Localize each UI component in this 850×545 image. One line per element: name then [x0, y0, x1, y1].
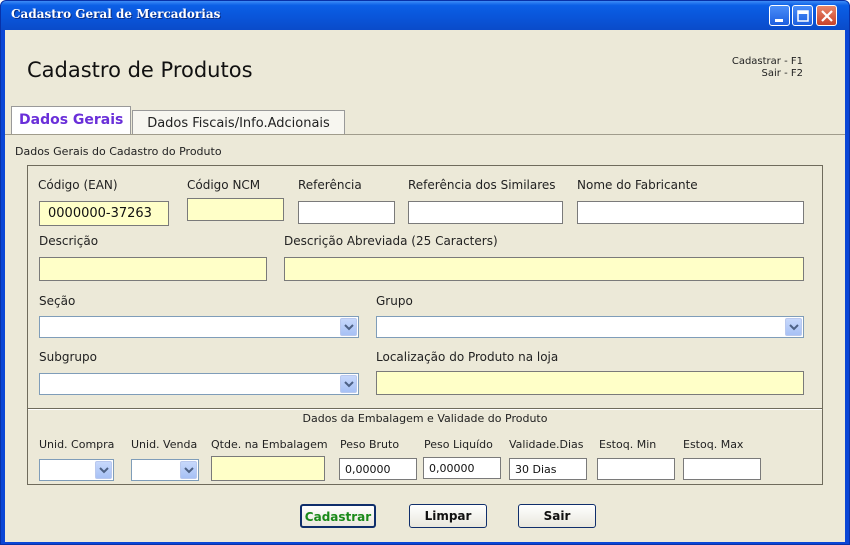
- packaging-caption: Dados da Embalagem e Validade do Produto: [302, 412, 548, 425]
- label-nome-fabricante: Nome do Fabricante: [577, 178, 698, 192]
- label-validade-dias: Validade.Dias: [509, 438, 584, 451]
- client-area: Cadastro de Produtos Cadastrar - F1 Sair…: [5, 30, 845, 542]
- estoq-min-field[interactable]: [597, 458, 675, 480]
- minimize-icon: [775, 19, 783, 22]
- label-unid-compra: Unid. Compra: [39, 438, 115, 451]
- tab-dados-gerais[interactable]: Dados Gerais: [11, 106, 132, 134]
- label-referencia-similares: Referência dos Similares: [408, 178, 556, 192]
- limpar-button[interactable]: Limpar: [409, 504, 487, 528]
- label-grupo: Grupo: [376, 294, 413, 308]
- label-estoq-max: Estoq. Max: [683, 438, 744, 451]
- minimize-button[interactable]: [769, 5, 790, 26]
- chevron-down-icon[interactable]: [785, 318, 802, 336]
- peso-liquido-field[interactable]: 0,00000: [423, 457, 501, 479]
- window-title: Cadastro Geral de Mercadorias: [11, 7, 221, 21]
- qtde-embalagem-field[interactable]: [211, 456, 325, 481]
- page-title: Cadastro de Produtos: [27, 58, 253, 82]
- label-referencia: Referência: [298, 178, 362, 192]
- label-codigo-ncm: Código NCM: [187, 178, 261, 192]
- label-peso-bruto: Peso Bruto: [340, 438, 400, 451]
- descricao-abreviada-field[interactable]: [284, 257, 804, 281]
- label-unid-venda: Unid. Venda: [131, 438, 198, 451]
- unid-venda-select[interactable]: [131, 459, 199, 481]
- codigo-ncm-field[interactable]: [187, 198, 284, 221]
- app-window: Cadastro Geral de Mercadorias Cadastro d…: [0, 0, 850, 545]
- tab-content: Dados Gerais do Cadastro do Produto Códi…: [5, 135, 845, 542]
- label-descricao: Descrição: [39, 234, 99, 248]
- sair-button[interactable]: Sair: [518, 504, 596, 528]
- validade-dias-field[interactable]: 30 Dias: [509, 458, 587, 480]
- cadastrar-button[interactable]: Cadastrar: [300, 504, 376, 528]
- maximize-button[interactable]: [792, 5, 813, 26]
- referencia-similares-field[interactable]: [408, 201, 563, 224]
- label-localizacao: Localização do Produto na loja: [376, 350, 559, 364]
- label-qtde-embalagem: Qtde. na Embalagem: [211, 438, 328, 451]
- shortcut-exit: Sair - F2: [761, 68, 803, 79]
- group-caption: Dados Gerais do Cadastro do Produto: [15, 145, 222, 158]
- referencia-field[interactable]: [298, 201, 395, 224]
- tab-dados-fiscais[interactable]: Dados Fiscais/Info.Adcionais: [132, 110, 345, 135]
- close-icon: [821, 10, 833, 22]
- product-group-box: Código (EAN) 0000000-37263 Código NCM Re…: [27, 165, 823, 485]
- grupo-select[interactable]: [376, 316, 804, 338]
- section-divider: [28, 408, 822, 410]
- descricao-field[interactable]: [39, 257, 267, 281]
- maximize-icon: [797, 10, 809, 22]
- close-button[interactable]: [816, 5, 837, 26]
- label-subgrupo: Subgrupo: [39, 350, 97, 364]
- label-secao: Seção: [39, 294, 76, 308]
- peso-bruto-field[interactable]: 0,00000: [339, 458, 417, 480]
- nome-fabricante-field[interactable]: [577, 201, 804, 224]
- localizacao-field[interactable]: [376, 371, 804, 395]
- label-estoq-min: Estoq. Min: [599, 438, 657, 451]
- label-descricao-abreviada: Descrição Abreviada (25 Caracters): [284, 234, 498, 248]
- label-codigo-ean: Código (EAN): [38, 178, 118, 192]
- label-peso-liquido: Peso Liquído: [424, 438, 493, 451]
- chevron-down-icon[interactable]: [180, 461, 197, 479]
- chevron-down-icon[interactable]: [340, 375, 357, 393]
- secao-select[interactable]: [39, 316, 359, 338]
- shortcut-hints: Cadastrar - F1 Sair - F2: [732, 56, 803, 80]
- title-bar[interactable]: Cadastro Geral de Mercadorias: [1, 1, 849, 30]
- chevron-down-icon[interactable]: [95, 461, 112, 479]
- subgrupo-select[interactable]: [39, 373, 359, 395]
- codigo-ean-field[interactable]: 0000000-37263: [39, 201, 169, 226]
- estoq-max-field[interactable]: [683, 458, 761, 480]
- page-header: Cadastro de Produtos Cadastrar - F1 Sair…: [5, 30, 845, 100]
- chevron-down-icon[interactable]: [340, 318, 357, 336]
- shortcut-register: Cadastrar - F1: [731, 56, 803, 67]
- unid-compra-select[interactable]: [39, 459, 114, 481]
